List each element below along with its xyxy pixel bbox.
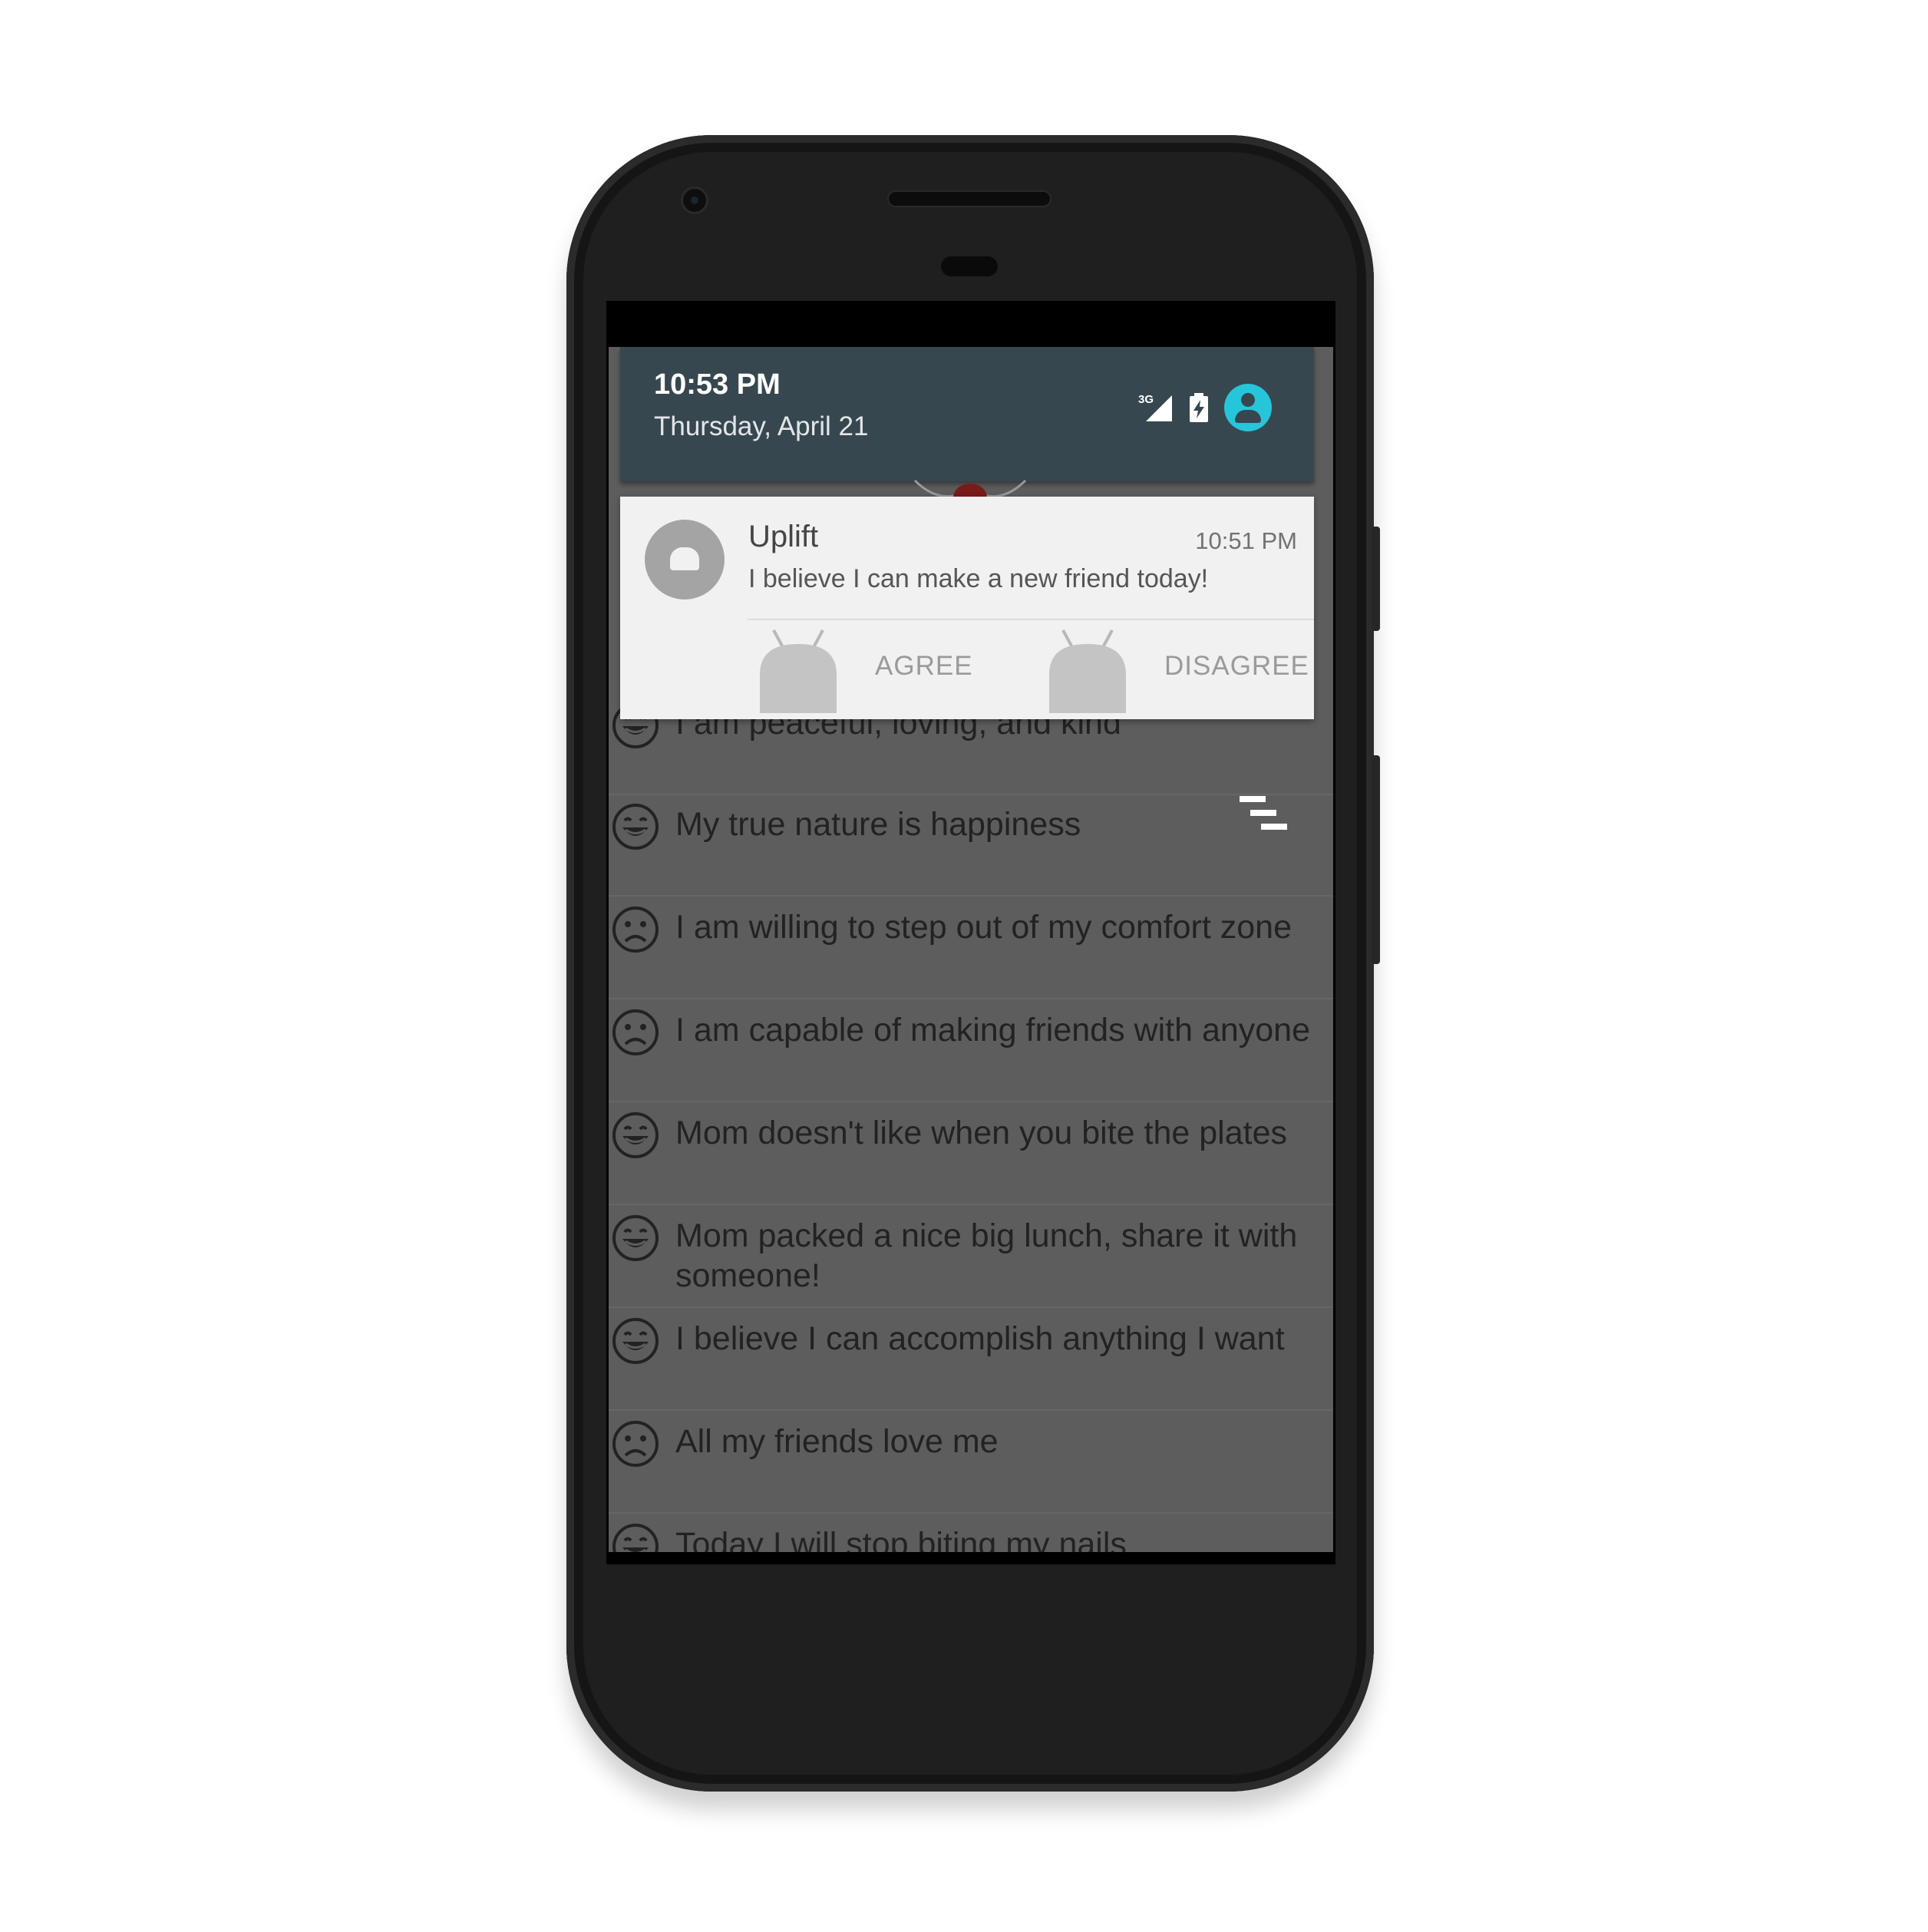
agree-label: AGREE [875,651,973,681]
affirmation-text: Mom doesn't like when you bite the plate… [675,1115,1287,1151]
sad-face-icon [612,1009,659,1055]
affirmation-text: I am capable of making friends with anyo… [675,1012,1311,1049]
clock-date: Thursday, April 21 [654,411,869,441]
sort-menu-icon[interactable] [1238,794,1289,834]
affirmation-row[interactable]: All my friends love me [609,1409,1333,1514]
earpiece-speaker [889,192,1050,206]
battery-charging-icon [1190,393,1208,422]
disagree-button[interactable]: DISAGREE [1048,619,1309,713]
affirmation-row[interactable]: I believe I can accomplish anything I wa… [609,1306,1333,1411]
signal-3g-icon: 3G [1138,393,1172,421]
affirmation-row[interactable]: Today I will stop biting my nails [609,1512,1333,1552]
uplift-notification[interactable]: Uplift 10:51 PM I believe I can make a n… [620,497,1314,719]
proximity-sensor [941,256,998,276]
notification-shade-header: 10:53 PM Thursday, April 21 3G [620,347,1314,481]
happy-face-icon [612,804,659,850]
account-icon[interactable] [1224,384,1272,431]
affirmation-row[interactable]: I am willing to step out of my comfort z… [609,895,1333,999]
phone-frame: I am peaceful, loving, and kind My true n… [566,135,1380,1792]
power-button [1372,527,1380,631]
affirmation-row[interactable]: Mom doesn't like when you bite the plate… [609,1101,1333,1205]
affirmation-text: Mom packed a nice big lunch, share it wi… [675,1217,1298,1294]
volume-button [1372,755,1380,964]
clock-time: 10:53 PM [654,368,781,401]
affirmation-text: I believe I can accomplish anything I wa… [675,1320,1285,1357]
phone-screen: I am peaceful, loving, and kind My true n… [606,301,1335,1564]
android-agree-icon [760,629,837,713]
front-camera [683,189,706,212]
uplift-app: I am peaceful, loving, and kind My true n… [609,347,1333,1552]
app-android-icon [645,520,725,599]
affirmation-row[interactable]: Mom packed a nice big lunch, share it wi… [609,1204,1333,1308]
affirmation-text: All my friends love me [675,1423,999,1460]
happy-face-icon [612,1215,659,1261]
android-disagree-icon [1049,629,1126,713]
svg-text:3G: 3G [1138,393,1154,406]
sad-face-icon [612,907,659,953]
status-icons: 3G [1138,384,1272,431]
happy-face-icon [612,1524,659,1552]
notification-message: I believe I can make a new friend today! [748,564,1209,593]
disagree-label: DISAGREE [1164,651,1309,681]
affirmation-row[interactable]: I am capable of making friends with anyo… [609,998,1333,1102]
agree-button[interactable]: AGREE [758,619,973,713]
affirmation-row[interactable]: My true nature is happiness [609,792,1333,897]
happy-face-icon [612,1112,659,1158]
affirmation-text: My true nature is happiness [675,806,1081,843]
happy-face-icon [612,1318,659,1364]
notification-app-name: Uplift [748,520,819,553]
sad-face-icon [612,1421,659,1467]
notification-time: 10:51 PM [1195,527,1297,554]
affirmation-text: I am willing to step out of my comfort z… [675,909,1292,946]
affirmation-text: Today I will stop biting my nails [675,1526,1127,1552]
